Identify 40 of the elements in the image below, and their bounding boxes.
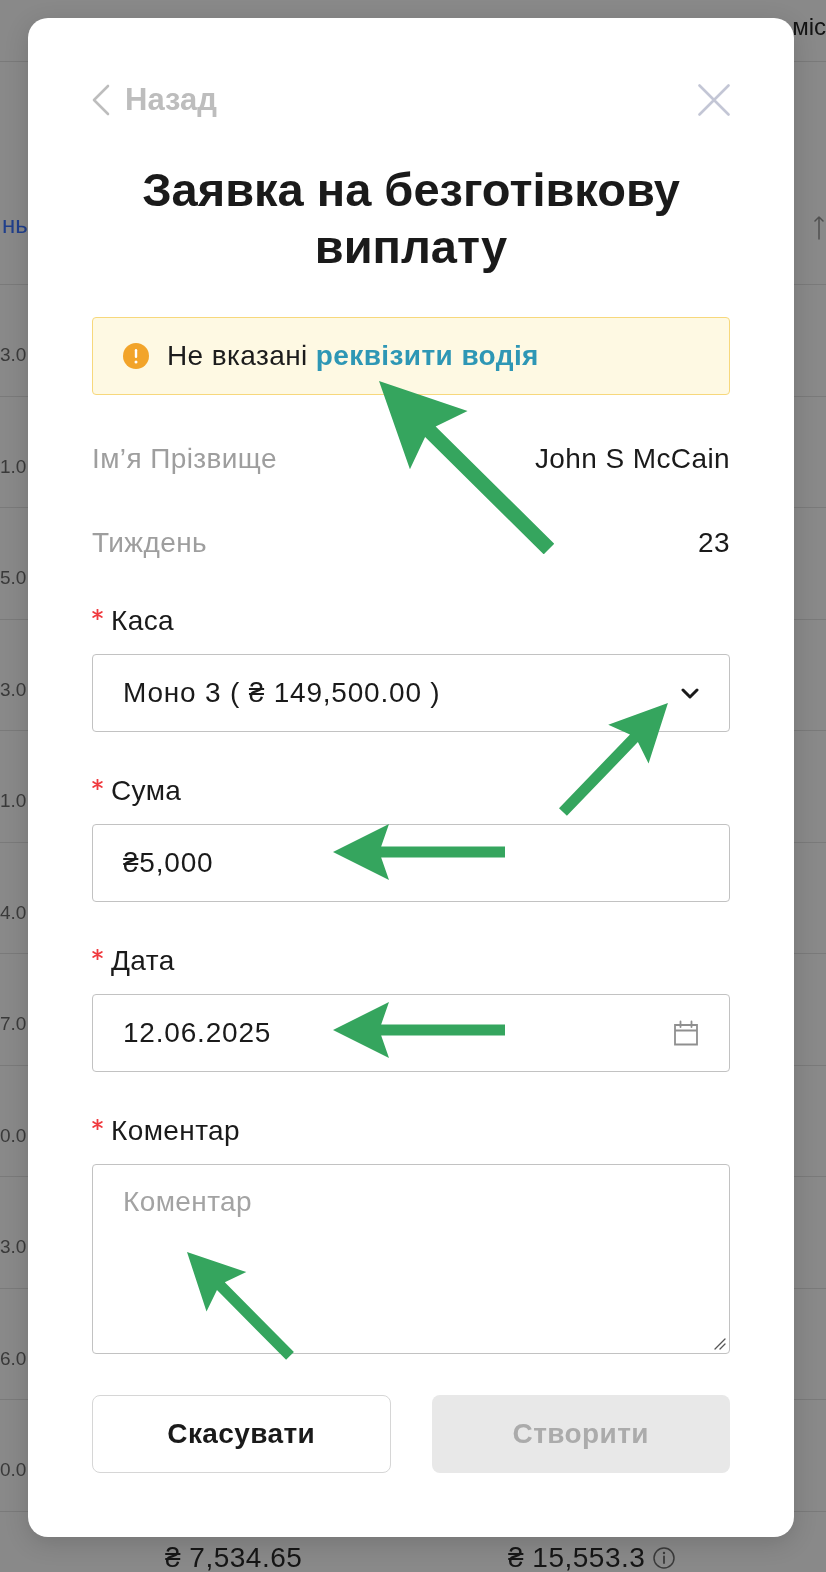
table-cell: 0.0 [0, 1123, 27, 1148]
table-cell: 6.0 [0, 1346, 27, 1371]
warning-icon [123, 343, 149, 369]
dialog-title: Заявка на безготівкову виплату [141, 162, 681, 275]
column-header-link[interactable]: нь [2, 210, 28, 240]
date-input[interactable]: 12.06.2025 [92, 994, 730, 1072]
column-header: міс [792, 12, 826, 42]
table-cell: 0.0 [0, 1458, 27, 1482]
comment-textarea[interactable]: Коментар [92, 1164, 730, 1354]
close-icon [698, 84, 730, 116]
calendar-icon [673, 1020, 699, 1046]
resize-handle-icon[interactable] [714, 1338, 726, 1350]
detail-value: 23 [698, 527, 730, 559]
back-button[interactable]: Назад [92, 82, 217, 118]
info-icon[interactable] [653, 1547, 676, 1569]
cancel-button[interactable]: Скасувати [92, 1395, 391, 1473]
amount-input[interactable]: ₴5,000 [92, 824, 730, 902]
sort-arrow-icon[interactable] [814, 216, 824, 240]
total-amount: ₴ 15,553.3 [508, 1544, 646, 1572]
table-cell: 5.0 [0, 566, 27, 590]
detail-label: Тиждень [92, 527, 207, 559]
field-label: Сума [111, 776, 182, 806]
field-label: Каса [111, 606, 175, 636]
total-amount: ₴ 7,534.65 [165, 1544, 303, 1572]
table-cell: 4.0 [0, 900, 27, 925]
chevron-down-icon [681, 687, 699, 699]
table-cell: 7.0 [0, 1012, 27, 1036]
detail-value: John S McCain [534, 443, 730, 475]
table-cell: 3.0 [0, 1235, 27, 1259]
detail-label: Ім’я Прізвище [92, 443, 277, 475]
table-cell: 1.0 [0, 789, 27, 813]
table-cell: 3.0 [0, 343, 27, 367]
field-label: Дата [111, 946, 175, 976]
alert-message: Не вказані реквізити водія [167, 340, 539, 372]
driver-details-link[interactable]: реквізити водія [315, 340, 539, 371]
select-field[interactable]: Моно 3 ( ₴ 149,500.00 ) [92, 654, 730, 732]
table-cell: 1.0 [0, 454, 27, 479]
chevron-left-icon [92, 84, 110, 116]
table-cell: 3.0 [0, 677, 27, 702]
field-label: Коментар [111, 1116, 241, 1146]
